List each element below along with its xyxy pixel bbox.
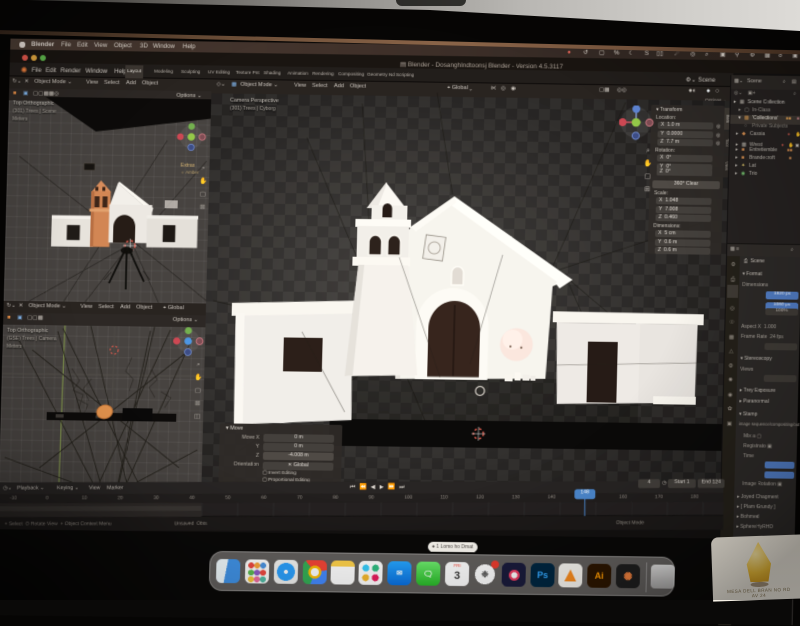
svg-text:⌕: ⌕ <box>202 165 206 172</box>
svg-text:▢: ▢ <box>200 191 206 198</box>
svg-text:⌕: ⌕ <box>197 361 201 368</box>
svg-text:☼ Amber: ☼ Amber <box>180 170 199 175</box>
svg-text:⊞: ⊞ <box>644 186 650 193</box>
svg-text:Extras: Extras <box>181 163 196 169</box>
svg-text:▢: ▢ <box>644 173 651 180</box>
svg-text:✋: ✋ <box>199 177 207 185</box>
svg-text:✋: ✋ <box>644 158 653 167</box>
svg-text:⌕: ⌕ <box>646 147 650 154</box>
svg-text:⊞: ⊞ <box>200 204 206 211</box>
